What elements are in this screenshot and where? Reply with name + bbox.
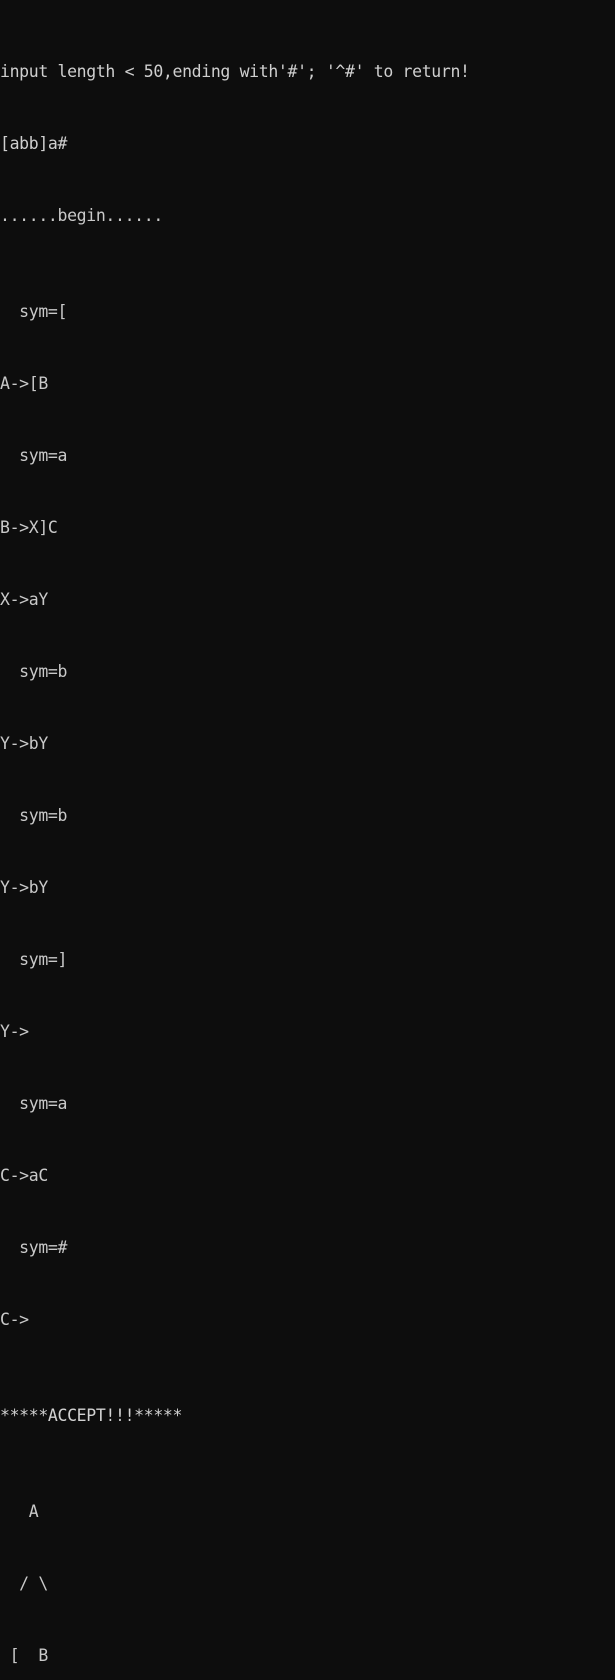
prompt-banner-line: input length < 50,ending with'#'; '^#' t… bbox=[0, 62, 470, 81]
trace-line: sym=] bbox=[0, 950, 68, 969]
trace-line: sym=b bbox=[0, 662, 68, 681]
trace-line: sym=[ bbox=[0, 302, 68, 321]
parse-tree-line: A bbox=[0, 1502, 39, 1521]
parse-tree-line: / \ bbox=[0, 1574, 48, 1593]
user-input-line: [abb]a# bbox=[0, 134, 68, 153]
trace-line: X->aY bbox=[0, 590, 48, 609]
trace-line: C-> bbox=[0, 1310, 29, 1329]
trace-line: Y->bY bbox=[0, 878, 48, 897]
trace-line: sym=a bbox=[0, 1094, 68, 1113]
parse-tree-line: [ B bbox=[0, 1646, 49, 1665]
trace-line: B->X]C bbox=[0, 518, 58, 537]
console-output: input length < 50,ending with'#'; '^#' t… bbox=[0, 12, 470, 1680]
trace-line: A->[B bbox=[0, 374, 48, 393]
terminal-window: input length < 50,ending with'#'; '^#' t… bbox=[0, 0, 615, 1665]
trace-line: sym=b bbox=[0, 806, 68, 825]
trace-line: sym=a bbox=[0, 446, 68, 465]
trace-line: Y-> bbox=[0, 1022, 29, 1041]
trace-line: C->aC bbox=[0, 1166, 48, 1185]
accept-banner-line: *****ACCEPT!!!***** bbox=[0, 1406, 183, 1425]
begin-marker-line: ......begin...... bbox=[0, 206, 163, 225]
trace-line: sym=# bbox=[0, 1238, 68, 1257]
trace-line: Y->bY bbox=[0, 734, 48, 753]
